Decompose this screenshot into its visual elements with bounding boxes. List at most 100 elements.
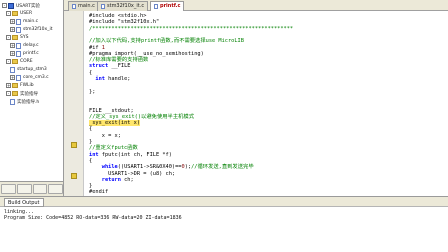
code-token: _sys_exit(int x): [89, 120, 141, 127]
file-icon: [10, 98, 15, 105]
file-icon: [154, 4, 158, 9]
code-line: }: [89, 183, 92, 189]
project-icon: [8, 2, 14, 9]
code-token: USART1->DR = (u8) ch;: [89, 170, 176, 177]
file-icon: [72, 4, 76, 9]
books-tab[interactable]: [16, 184, 32, 194]
code-token: 1: [101, 44, 105, 51]
code-token: __FILE: [108, 63, 131, 70]
tree-item[interactable]: - SYS: [6, 34, 28, 41]
code-line: return ch;: [89, 177, 134, 183]
file-icon: [10, 66, 15, 73]
expand-icon[interactable]: +: [10, 19, 15, 24]
tree-item[interactable]: startup_stm3: [10, 66, 47, 73]
code-token: int: [89, 151, 99, 158]
code-line: FILE __stdout;: [89, 108, 134, 114]
code-token: //定义_sys_exit()以避免使用半主机模式: [89, 113, 195, 120]
collapse-icon[interactable]: -: [6, 35, 11, 40]
tree-item[interactable]: - CORE: [6, 58, 33, 65]
code-token: ch;: [120, 176, 134, 183]
expand-icon[interactable]: +: [10, 75, 15, 80]
code-line: //重定义fputc函数: [89, 145, 138, 151]
code-line: {: [89, 126, 92, 132]
build-output-panel: linking... Program Size: Code=4852 RO-da…: [0, 207, 448, 252]
project-panel: - USART实验 - USER + main.c + stm32f10x_it - SYS + de…: [0, 0, 64, 196]
bookmark-icon: [71, 142, 77, 148]
tree-item[interactable]: + printf.c: [10, 50, 39, 57]
code-line: /***************************************…: [89, 26, 293, 32]
files-tab[interactable]: [1, 184, 16, 194]
code-token: #pragma import(__use_no_semihosting): [89, 50, 204, 57]
tab-stm32f10x-it-c[interactable]: stm32f10x_it.c: [97, 1, 149, 11]
templates-tab[interactable]: [48, 184, 63, 194]
folder-icon: [12, 11, 18, 16]
tree-item-label: stm32f10x_it: [23, 27, 53, 32]
file-icon: [16, 42, 21, 49]
tree-item[interactable]: - USER: [6, 10, 32, 17]
tree-item-label: startup_stm3: [17, 67, 47, 72]
code-line: #if 1: [89, 45, 105, 51]
tree-item-label: SYS: [20, 35, 29, 40]
tree-item[interactable]: + delay.c: [10, 42, 39, 49]
output-line: Program Size: Code=4852 RO-data=336 RW-d…: [4, 215, 182, 221]
tree-item-label: USART实验: [16, 3, 40, 9]
collapse-icon[interactable]: -: [6, 11, 11, 16]
code-line: while((USART1->SR&0X40)==0);//循环发送,直到发送完…: [89, 164, 254, 170]
code-line: #include "stm32f10x.h": [89, 19, 159, 25]
code-token: #include "stm32f10x.h": [89, 19, 160, 26]
tab-build-output[interactable]: Build Output: [4, 198, 44, 207]
code-token: #endif: [89, 189, 109, 196]
tree-item-label: USER: [20, 11, 33, 16]
code-token: FILE __stdout;: [89, 107, 134, 114]
code-token: {: [89, 126, 93, 133]
code-token: //重定义fputc函数: [89, 145, 138, 152]
tree-item[interactable]: + main.c: [10, 18, 38, 25]
folder-icon: [12, 83, 18, 88]
code-token: {: [89, 157, 93, 164]
tree-item[interactable]: + FWLib: [6, 82, 34, 89]
collapse-icon[interactable]: -: [6, 59, 11, 64]
collapse-icon[interactable]: -: [6, 91, 11, 96]
code-token: int: [89, 76, 105, 82]
tree-item-label: CORE: [20, 59, 33, 64]
code-token: //加入以下代码,支持printf函数,而不需要选择use MicroLIB: [89, 38, 244, 45]
file-icon: [16, 18, 21, 25]
tree-item[interactable]: - 实验指导: [6, 90, 38, 97]
expand-icon[interactable]: +: [10, 51, 15, 56]
tree-item[interactable]: + stm32f10x_it: [10, 26, 52, 33]
code-token: #include <stdio.h>: [89, 13, 147, 19]
tab-main-c[interactable]: main.c: [68, 1, 99, 11]
code-line: USART1->DR = (u8) ch;: [89, 171, 175, 177]
tree-item[interactable]: + core_cm3.c: [10, 74, 49, 81]
tree-item-label: 实验指导: [20, 91, 38, 97]
tab-printf-c[interactable]: printf.c: [150, 1, 185, 11]
code-line: //定义_sys_exit()以避免使用半主机模式: [89, 114, 194, 120]
code-editor[interactable]: #include <stdio.h> #include "stm32f10x.h"…: [84, 11, 448, 196]
code-token: };: [89, 88, 96, 95]
code-line: struct __FILE: [89, 63, 130, 69]
code-token: /***************************************…: [89, 25, 294, 32]
code-line: //标准库需要的支持函数: [89, 57, 148, 63]
tab-label: stm32f10x_it.c: [107, 3, 145, 9]
bookmark-icon: [71, 173, 77, 179]
code-line: int handle;: [89, 76, 130, 82]
tree-item[interactable]: 实验指导.h: [10, 98, 39, 105]
code-token: #if: [89, 44, 102, 51]
tree-item[interactable]: - USART实验: [2, 2, 40, 9]
collapse-icon[interactable]: -: [2, 3, 7, 8]
expand-icon[interactable]: +: [10, 27, 15, 32]
tree-item-label: printf.c: [23, 51, 39, 56]
code-line: x = x;: [89, 133, 121, 139]
code-line: };: [89, 89, 95, 95]
expand-icon[interactable]: +: [6, 83, 11, 88]
code-token: //循环发送,直到发送完毕: [191, 164, 254, 171]
folder-icon: [12, 91, 18, 96]
functions-tab[interactable]: [32, 184, 48, 194]
code-token: x = x;: [89, 132, 121, 139]
tab-label: main.c: [78, 3, 95, 9]
file-icon: [101, 4, 105, 9]
expand-icon[interactable]: +: [10, 43, 15, 48]
file-icon: [16, 26, 21, 33]
editor-gutter: [64, 11, 84, 196]
code-token: return: [89, 176, 121, 183]
